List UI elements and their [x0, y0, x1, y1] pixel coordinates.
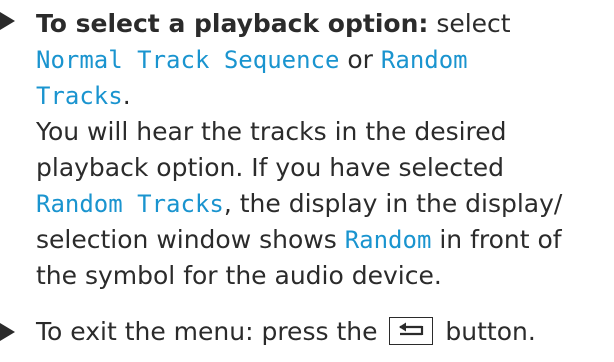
back-arrow-icon	[399, 322, 424, 336]
step-line-1: To select a playback option: select	[36, 9, 511, 38]
step-line-3: Tracks.	[36, 81, 131, 110]
step-bullet-arrow-icon	[0, 323, 15, 341]
result-line-5: the symbol for the audio device.	[36, 261, 442, 290]
result-line-2: playback option. If you have selected	[36, 153, 505, 182]
exit-line: To exit the menu: press the button.	[36, 317, 536, 346]
step-bullet-arrow-icon	[0, 12, 15, 30]
display-random-tracks: Random Tracks	[36, 190, 224, 218]
step-select-playback-option: To select a playback option: select Norm…	[0, 6, 614, 306]
result-line-4: selection window shows Random in front o…	[36, 225, 562, 254]
display-option-random-tracks-part1: Random	[380, 46, 468, 74]
step-text: To select a playback option: select Norm…	[36, 6, 614, 294]
step-exit-menu: To exit the menu: press the button.	[0, 314, 614, 354]
instruction-label: To select a playback option	[36, 9, 419, 38]
step-line-2: Normal Track Sequence or Random	[36, 45, 468, 74]
display-random: Random	[344, 226, 432, 254]
display-option-random-tracks-part2: Tracks	[36, 82, 123, 110]
display-option-normal-track-sequence: Normal Track Sequence	[36, 46, 340, 74]
result-line-1: You will hear the tracks in the desired	[36, 117, 507, 146]
step-text: To exit the menu: press the button.	[36, 314, 614, 350]
back-button-key	[389, 317, 434, 345]
result-line-3: Random Tracks, the display in the displa…	[36, 189, 563, 218]
